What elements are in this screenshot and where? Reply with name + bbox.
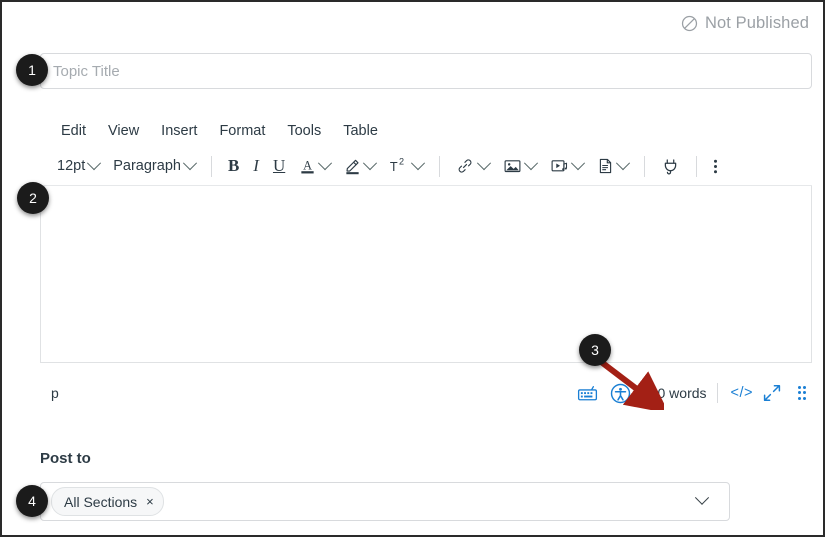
italic-icon: I	[253, 156, 259, 175]
italic-button[interactable]: I	[246, 152, 266, 180]
underline-icon: U	[272, 156, 286, 175]
menu-view[interactable]: View	[97, 120, 150, 142]
more-options-button[interactable]	[706, 153, 725, 180]
highlight-color-button[interactable]	[337, 153, 382, 179]
post-to-select[interactable]: All Sections ×	[40, 482, 730, 521]
resize-grip-icon[interactable]	[798, 386, 810, 400]
underline-button[interactable]: U	[266, 152, 292, 180]
chevron-down-icon	[363, 156, 378, 171]
chevron-down-icon[interactable]	[694, 490, 710, 505]
svg-text:2: 2	[399, 157, 404, 167]
plug-icon	[661, 157, 680, 176]
chevron-down-icon	[616, 156, 631, 171]
editor-statusbar: p 0 words </>	[40, 378, 812, 408]
editor-menubar: Edit View Insert Format Tools Table	[40, 115, 812, 147]
image-icon	[503, 157, 522, 175]
html-editor-button[interactable]: </>	[728, 385, 756, 401]
highlighter-icon	[344, 157, 361, 175]
menu-format[interactable]: Format	[208, 120, 276, 142]
link-icon	[456, 157, 475, 175]
publish-status-label: Not Published	[704, 14, 809, 32]
element-path[interactable]: p	[51, 385, 59, 401]
document-button[interactable]	[590, 153, 635, 179]
editor-body-text	[41, 186, 811, 206]
chevron-down-icon	[87, 156, 102, 171]
fullscreen-icon[interactable]	[756, 383, 788, 403]
chevron-down-icon	[524, 156, 539, 171]
block-format-select[interactable]: Paragraph	[106, 154, 202, 178]
chevron-down-icon	[411, 156, 426, 171]
superscript-button[interactable]: T 2	[382, 153, 430, 179]
text-color-button[interactable]: A	[292, 153, 337, 179]
not-published-icon	[681, 15, 698, 32]
statusbar-divider	[646, 383, 648, 403]
chevron-down-icon	[318, 156, 333, 171]
close-icon[interactable]: ×	[146, 495, 154, 508]
bold-button[interactable]: B	[221, 152, 246, 180]
callout-badge-4: 4	[16, 485, 48, 517]
menu-edit[interactable]: Edit	[50, 120, 97, 142]
accessibility-checker-icon[interactable]	[604, 383, 637, 404]
svg-text:T: T	[390, 159, 398, 174]
menu-tools[interactable]: Tools	[276, 120, 332, 142]
editor-toolbar: 12pt Paragraph B I U A T 2	[40, 147, 812, 186]
statusbar-divider	[716, 383, 718, 403]
apps-button[interactable]	[654, 153, 687, 180]
menu-insert[interactable]: Insert	[150, 120, 208, 142]
text-color-icon: A	[299, 157, 316, 175]
section-pill[interactable]: All Sections ×	[51, 487, 164, 516]
chevron-down-icon	[182, 156, 198, 171]
callout-badge-3: 3	[579, 334, 611, 366]
callout-badge-2: 2	[17, 182, 49, 214]
chevron-down-icon	[571, 156, 586, 171]
document-icon	[597, 157, 614, 175]
section-pill-label: All Sections	[64, 493, 138, 510]
toolbar-divider	[696, 155, 698, 177]
toolbar-divider	[439, 155, 441, 177]
editor-content-area[interactable]	[40, 186, 812, 363]
image-button[interactable]	[496, 153, 543, 179]
menu-table[interactable]: Table	[332, 120, 389, 142]
rich-content-editor: Edit View Insert Format Tools Table 12pt…	[40, 115, 812, 408]
toolbar-divider	[644, 155, 646, 177]
superscript-icon: T 2	[389, 157, 409, 175]
chevron-down-icon	[477, 156, 492, 171]
topic-title-input[interactable]	[40, 53, 812, 89]
callout-badge-1: 1	[16, 54, 48, 86]
publish-status: Not Published	[681, 14, 809, 33]
font-size-select[interactable]: 12pt	[50, 154, 106, 178]
post-to-label: Post to	[40, 450, 91, 467]
keyboard-shortcuts-icon[interactable]	[571, 385, 604, 402]
word-count: 0 words	[657, 385, 707, 401]
toolbar-divider	[210, 155, 212, 177]
discussion-editor-page: Not Published Edit View Insert Format To…	[0, 0, 825, 537]
kebab-icon	[713, 157, 718, 176]
link-button[interactable]	[449, 153, 496, 179]
bold-icon: B	[227, 156, 240, 175]
block-format-value: Paragraph	[113, 158, 181, 174]
svg-text:A: A	[303, 158, 312, 172]
media-icon	[550, 157, 569, 175]
media-button[interactable]	[543, 153, 590, 179]
font-size-value: 12pt	[57, 158, 86, 174]
